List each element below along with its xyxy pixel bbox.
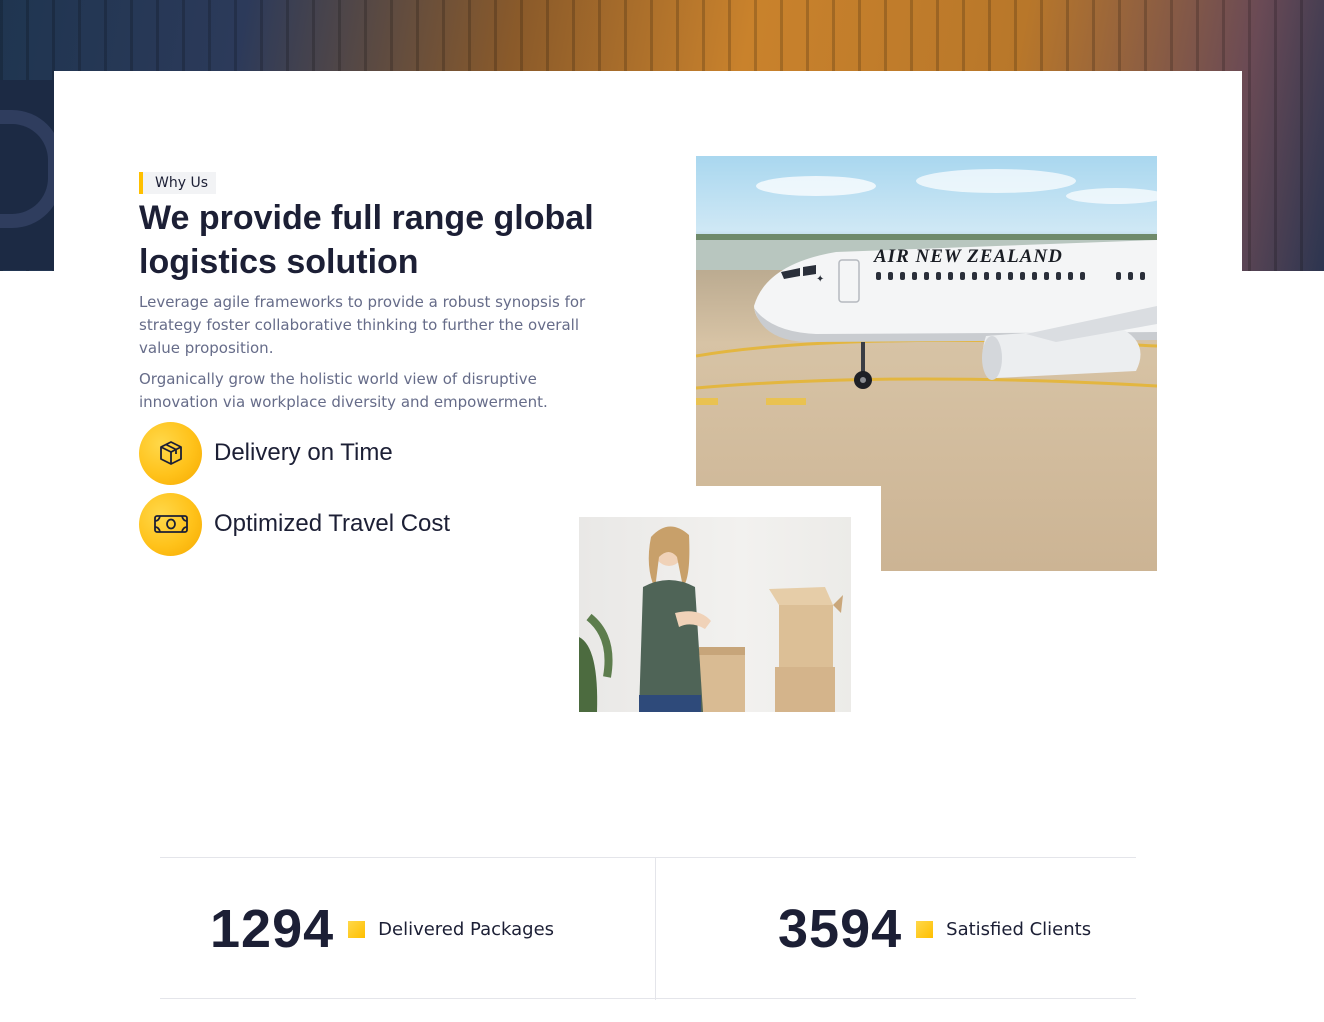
feature-label: Optimized Travel Cost <box>214 510 451 537</box>
package-icon <box>139 421 202 485</box>
svg-text:✦: ✦ <box>816 274 824 285</box>
container-logo-fragment <box>0 80 62 270</box>
yellow-square-icon <box>916 920 934 938</box>
section-title: We provide full range global logistics s… <box>139 199 594 281</box>
counter-value: 3594 <box>778 899 903 959</box>
counter-label: Satisfied Clients <box>946 918 1092 940</box>
section-paragraph-1: Leverage agile frameworks to provide a r… <box>139 293 586 357</box>
counter-divider <box>655 858 656 1000</box>
woman-with-boxes-photo <box>579 517 851 712</box>
counter-satisfied-clients: 3594 Satisfied Clients <box>778 858 1091 1000</box>
cash-icon <box>139 492 202 556</box>
section-tag: Why Us <box>139 172 216 194</box>
counter-delivered-packages: 1294 Delivered Packages <box>210 858 554 1000</box>
feature-delivery-on-time: Delivery on Time <box>139 421 393 485</box>
counter-label: Delivered Packages <box>378 918 555 940</box>
feature-optimized-travel-cost: Optimized Travel Cost <box>139 492 451 556</box>
stats-counters: 1294 Delivered Packages 3594 Satisfied C… <box>160 857 1136 1000</box>
airplane-livery-text: AIR NEW ZEALAND <box>874 246 1063 267</box>
yellow-square-icon <box>348 920 366 938</box>
counter-value: 1294 <box>210 899 335 959</box>
feature-label: Delivery on Time <box>214 439 393 466</box>
section-paragraph-2: Organically grow the holistic world view… <box>139 370 548 411</box>
